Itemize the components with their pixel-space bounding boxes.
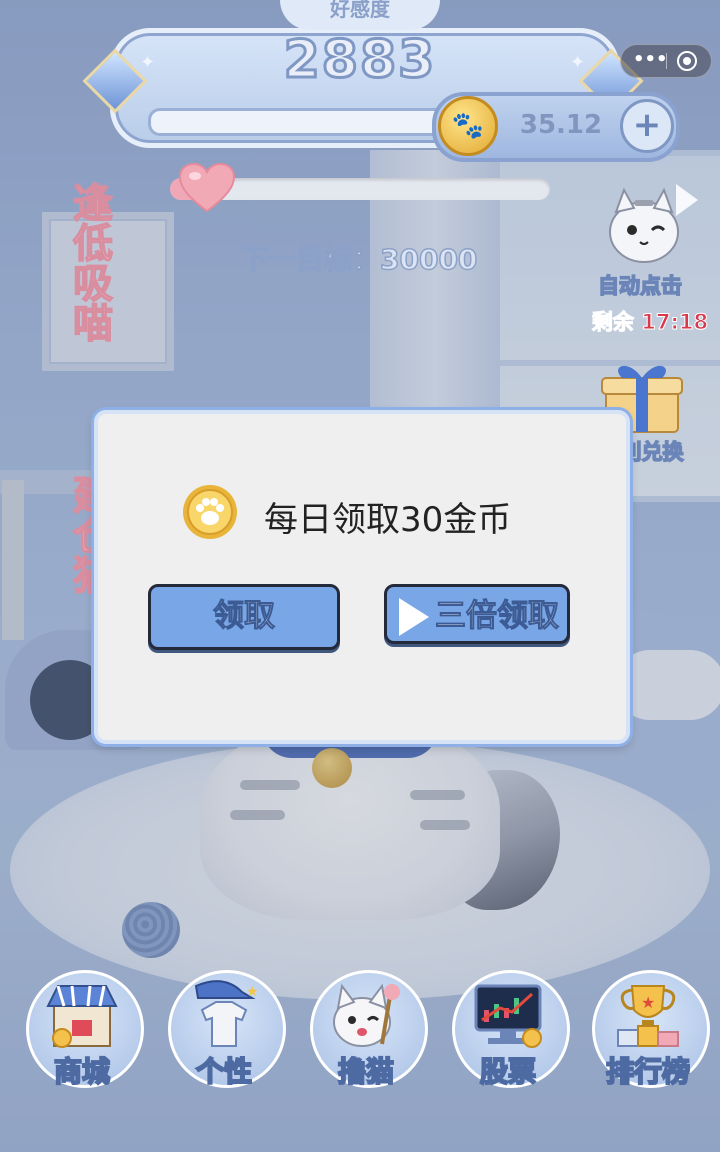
nav-leaderboard[interactable]: ★ 排行榜 — [586, 960, 714, 1110]
left-slogan-1: 逢低吸喵 — [58, 181, 113, 360]
sparkle-icon: ✦ — [570, 52, 586, 73]
sparkle-icon: ✦ — [140, 52, 156, 73]
auto-click-timer: 剩余 17:18 — [591, 310, 709, 335]
nav-label: 个性 — [195, 1054, 253, 1089]
nav-outfit[interactable]: ★ 个性 — [162, 960, 290, 1110]
trophy-icon: ★ — [617, 985, 679, 1047]
more-menu-icon[interactable]: ••• — [633, 50, 668, 70]
heart-icon — [178, 163, 236, 213]
claim-button[interactable]: 领取 — [148, 584, 340, 650]
coin-balance-pill: 🐾 35.12 + — [432, 92, 680, 162]
auto-click-label: 自动点击 — [597, 273, 683, 299]
capsule-divider — [666, 53, 667, 69]
paw-coin-icon: 🐾 — [438, 96, 498, 156]
close-miniprogram-icon[interactable] — [677, 51, 697, 71]
affection-banner-bar — [148, 108, 454, 136]
nav-pet-cat[interactable]: 撸猫 — [304, 960, 432, 1110]
nav-label: 撸猫 — [337, 1054, 395, 1089]
affection-title: 好感度 — [280, 0, 440, 30]
auto-click-cat-icon[interactable] — [604, 186, 684, 266]
pet-cat-icon — [333, 983, 400, 1047]
triple-claim-label: 三倍领取 — [435, 598, 560, 635]
auto-click-button[interactable]: 自动点击 — [580, 270, 700, 300]
coin-balance-value: 35.12 — [519, 110, 603, 140]
svg-text:★: ★ — [641, 993, 655, 1012]
miniprogram-capsule: ••• — [620, 44, 712, 78]
add-coins-button[interactable]: + — [620, 99, 674, 153]
next-goal-text: 下一目标：30000 — [239, 242, 478, 277]
nav-label: 排行榜 — [605, 1054, 691, 1089]
svg-text:★: ★ — [246, 984, 259, 1000]
nav-shop[interactable]: 商城 — [20, 960, 148, 1110]
play-video-icon — [399, 598, 429, 636]
nav-stocks[interactable]: 股票 — [446, 960, 574, 1110]
shop-icon — [46, 985, 118, 1048]
affection-value: 2883 — [282, 29, 437, 92]
nav-label: 商城 — [53, 1054, 111, 1089]
outfit-icon: ★ — [194, 980, 259, 1047]
daily-reward-dialog: 每日领取30金币 领取 三倍领取 — [94, 410, 630, 744]
stock-chart-icon — [474, 984, 542, 1048]
triple-claim-button[interactable]: 三倍领取 — [384, 584, 570, 644]
dialog-title: 每日领取30金币 — [264, 500, 512, 540]
paw-coin-icon — [183, 485, 237, 539]
slogan-text: 逢低吸喵 — [65, 181, 113, 343]
nav-label: 股票 — [479, 1054, 537, 1089]
